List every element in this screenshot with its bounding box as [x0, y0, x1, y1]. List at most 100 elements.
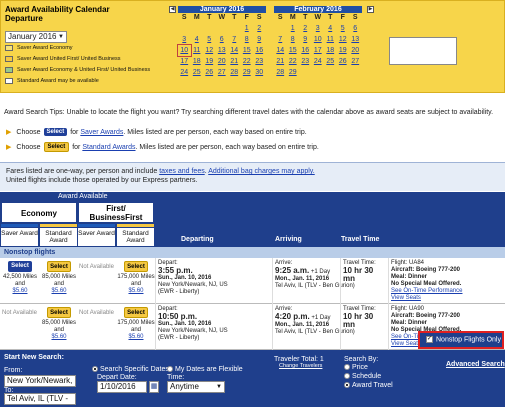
calendar-day[interactable]: 19 [203, 56, 216, 67]
checkbox-checked-icon: ✓ [426, 336, 433, 343]
day-of-week: W [218, 14, 226, 21]
calendar-day[interactable]: 13 [216, 45, 229, 56]
calendar-day[interactable]: 26 [203, 67, 216, 78]
first-saver-header: Saver Award [78, 228, 115, 246]
calendar-day[interactable]: 17 [312, 45, 325, 56]
calendar-day[interactable]: 8 [287, 34, 300, 45]
calendar-day[interactable]: 16 [299, 45, 312, 56]
calendar-day[interactable]: 15 [287, 45, 300, 56]
calendar-day[interactable]: 22 [287, 56, 300, 67]
calendar-day[interactable]: 8 [241, 34, 254, 45]
calendar-day[interactable]: 2 [253, 23, 266, 34]
calendar-day[interactable]: 27 [349, 56, 362, 67]
calendar-day[interactable]: 14 [274, 45, 287, 56]
calendar-day[interactable]: 11 [191, 45, 204, 56]
prev-month-arrow-icon[interactable]: ◀ [169, 6, 176, 13]
calendar-day[interactable]: 29 [287, 67, 300, 78]
saver-awards-link[interactable]: Saver Awards [80, 129, 123, 136]
calendar-day[interactable]: 9 [253, 34, 266, 45]
fee-link[interactable]: $5.60 [51, 288, 66, 294]
calendar-day[interactable]: 23 [299, 56, 312, 67]
calendar-title-line2: Departure [5, 14, 43, 23]
calendar-day[interactable]: 10 [177, 44, 192, 57]
advanced-search-link[interactable]: Advanced Search [446, 361, 505, 368]
calendar-day[interactable]: 3 [312, 23, 325, 34]
specific-dates-radio[interactable]: Search Specific Dates [92, 366, 169, 373]
calendar-day[interactable]: 10 [312, 34, 325, 45]
calendar-day[interactable]: 3 [178, 34, 191, 45]
search-by-price-radio[interactable]: Price [344, 364, 368, 371]
standard-award-tip: ▶ Choose Select for Standard Awards . Mi… [6, 142, 319, 152]
next-month-arrow-icon[interactable]: ▶ [367, 6, 374, 13]
calendar-day[interactable]: 14 [228, 45, 241, 56]
calendar-icon[interactable]: ▦ [149, 381, 159, 393]
calendar-day[interactable]: 24 [312, 56, 325, 67]
on-time-performance-link[interactable]: See On-Time Performance [391, 288, 503, 295]
calendar-day[interactable]: 5 [337, 23, 350, 34]
calendar-day[interactable]: 15 [241, 45, 254, 56]
calendar-day[interactable]: 28 [274, 67, 287, 78]
calendar-day[interactable]: 2 [299, 23, 312, 34]
calendar-day[interactable]: 21 [274, 56, 287, 67]
calendar-day[interactable]: 22 [241, 56, 254, 67]
taxes-fees-link[interactable]: taxes and fees [159, 168, 205, 175]
calendar-day[interactable]: 7 [228, 34, 241, 45]
calendar-day[interactable]: 18 [324, 45, 337, 56]
calendar-day[interactable]: 6 [349, 23, 362, 34]
calendar-day[interactable]: 9 [299, 34, 312, 45]
calendar-day[interactable]: 21 [228, 56, 241, 67]
calendar-day[interactable]: 4 [191, 34, 204, 45]
calendar-day[interactable]: 18 [191, 56, 204, 67]
select-fare-button[interactable]: Select [8, 261, 32, 272]
calendar-day[interactable]: 11 [324, 34, 337, 45]
depart-date-input[interactable]: 1/10/2016 [97, 381, 147, 393]
fee-link[interactable]: $5.60 [128, 288, 143, 294]
bag-charges-link[interactable]: Additional bag charges may apply. [208, 168, 315, 175]
calendar-day[interactable]: 20 [216, 56, 229, 67]
calendar-day[interactable]: 25 [324, 56, 337, 67]
calendar-day[interactable]: 12 [203, 45, 216, 56]
calendar-day[interactable]: 20 [349, 45, 362, 56]
flexible-dates-radio[interactable]: My Dates are Flexible [167, 366, 243, 373]
calendar-day[interactable]: 23 [253, 56, 266, 67]
view-seats-link[interactable]: View Seats [391, 295, 503, 302]
select-fare-button[interactable]: Select [124, 307, 148, 318]
calendar-day[interactable]: 4 [324, 23, 337, 34]
select-fare-button[interactable]: Select [47, 307, 71, 318]
calendar-day[interactable]: 19 [337, 45, 350, 56]
legend-label: Saver Award Economy & United First/ Unit… [17, 67, 151, 73]
month-select[interactable]: January 2016 ▼ [5, 31, 67, 43]
fee-link[interactable]: $5.60 [51, 334, 66, 340]
calendar-day[interactable]: 5 [203, 34, 216, 45]
search-by-schedule-radio[interactable]: Schedule [344, 373, 381, 380]
to-input[interactable]: Tel Aviv, IL (TLV - Be [4, 393, 76, 405]
calendar-day[interactable]: 7 [274, 34, 287, 45]
calendar-day[interactable]: 28 [228, 67, 241, 78]
select-fare-button[interactable]: Select [124, 261, 148, 272]
calendar-day[interactable]: 24 [178, 67, 191, 78]
from-input[interactable]: New York/Newark, N [4, 375, 76, 387]
calendar-day[interactable]: 29 [241, 67, 254, 78]
standard-awards-link[interactable]: Standard Awards [82, 144, 135, 151]
search-by-award-radio[interactable]: Award Travel [344, 382, 393, 389]
calendar-day[interactable]: 1 [287, 23, 300, 34]
nonstop-only-label: Nonstop Flights Only [436, 336, 501, 344]
fares-note: Fares listed are one-way, per person and… [0, 162, 505, 191]
nonstop-only-checkbox[interactable]: ✓ Nonstop Flights Only [426, 336, 501, 343]
fee-link[interactable]: $5.60 [12, 288, 27, 294]
calendar-day[interactable]: 16 [253, 45, 266, 56]
fee-link[interactable]: $5.60 [128, 334, 143, 340]
change-travelers-link[interactable]: Change Travelers [279, 363, 322, 369]
calendar-day[interactable]: 13 [349, 34, 362, 45]
calendar-day[interactable]: 26 [337, 56, 350, 67]
calendar-day[interactable]: 6 [216, 34, 229, 45]
calendar-day[interactable]: 30 [253, 67, 266, 78]
calendar-day[interactable]: 27 [216, 67, 229, 78]
calendar-day[interactable]: 17 [178, 56, 191, 67]
specific-dates-label: Search Specific Dates [100, 366, 169, 373]
calendar-day[interactable]: 1 [241, 23, 254, 34]
select-fare-button[interactable]: Select [47, 261, 71, 272]
calendar-day[interactable]: 12 [337, 34, 350, 45]
calendar-day[interactable]: 25 [191, 67, 204, 78]
time-select[interactable]: Anytime ▼ [167, 381, 225, 393]
